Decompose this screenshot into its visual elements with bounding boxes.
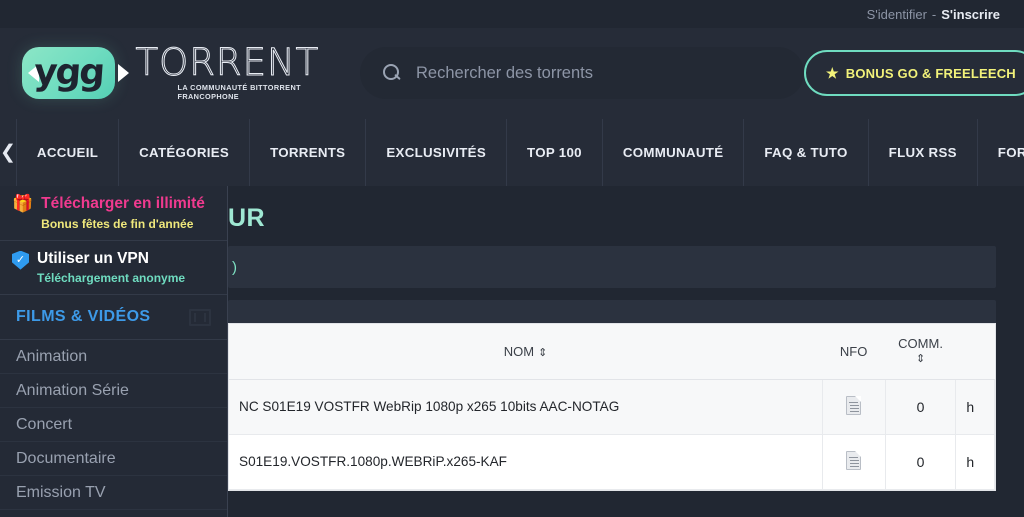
sidebar-section-films-videos[interactable]: FILMS & VIDÉOS xyxy=(0,295,227,341)
cell-extra: h xyxy=(955,379,995,435)
nav-item-flux-rss[interactable]: FLUX RSS xyxy=(869,119,978,186)
sidebar-item-emission-tv[interactable]: Emission TV xyxy=(0,476,227,511)
main-content: UR ) NOM ⇕ NFO COMM. ⇕ NC S01E19 VOSTFR … xyxy=(228,186,1024,517)
topbar-separator: - xyxy=(931,6,937,22)
cell-extra: h xyxy=(955,434,995,490)
nav-item-exclusivites[interactable]: EXCLUSIVITÉS xyxy=(366,119,508,186)
promo-vpn-title: Utiliser un VPN xyxy=(37,249,149,267)
logo-tagline: LA COMMUNAUTÉ BITTORRENT FRANCOPHONE xyxy=(177,82,301,101)
nfo-file-icon[interactable] xyxy=(846,450,862,470)
column-header-nom-label: NOM xyxy=(503,343,535,359)
sidebar-item-documentaire[interactable]: Documentaire xyxy=(0,442,227,477)
cell-nfo[interactable] xyxy=(822,379,886,435)
cell-comments-count: 0 xyxy=(885,434,957,490)
nav-item-accueil[interactable]: ACCUEIL xyxy=(17,119,120,186)
filter-panel-primary[interactable]: ) xyxy=(228,246,996,288)
table-header-row: NOM ⇕ NFO COMM. ⇕ xyxy=(229,324,995,380)
torrent-results-table: NOM ⇕ NFO COMM. ⇕ NC S01E19 VOSTFR WebRi… xyxy=(228,323,996,491)
search-input[interactable] xyxy=(416,63,782,83)
search-bar[interactable] xyxy=(360,47,804,99)
gift-icon: 🎁 xyxy=(12,194,34,213)
column-header-nfo-label: NFO xyxy=(839,343,868,359)
bonus-button-label: BONUS GO & FREELEECH xyxy=(845,65,1016,81)
top-utility-bar: S'identifier - S'inscrire xyxy=(0,0,1024,28)
shield-check-icon xyxy=(12,250,29,270)
promo-unlimited-subtitle: Bonus fêtes de fin d'année xyxy=(41,216,194,231)
search-icon xyxy=(382,63,402,83)
promo-unlimited-download[interactable]: 🎁 Télécharger en illimité Bonus fêtes de… xyxy=(0,186,227,241)
main-navigation: ❮ ACCUEIL CATÉGORIES TORRENTS EXCLUSIVIT… xyxy=(0,118,1024,186)
promo-use-vpn[interactable]: Utiliser un VPN Téléchargement anonyme xyxy=(0,241,227,296)
film-strip-icon xyxy=(189,308,211,326)
login-link[interactable]: S'identifier xyxy=(867,7,927,22)
nav-item-forum[interactable]: FORUM xyxy=(978,119,1024,186)
logo-wordmark: TORRENT LA COMMUNAUTÉ BITTORRENT FRANCOP… xyxy=(135,41,322,101)
nav-item-categories[interactable]: CATÉGORIES xyxy=(119,119,251,186)
sort-toggle-comm-icon[interactable]: ⇕ xyxy=(916,353,925,367)
cell-comments-count: 0 xyxy=(885,379,957,435)
table-row[interactable]: S01E19.VOSTFR.1080p.WEBRiP.x265-KAF 0 h xyxy=(229,434,995,490)
sidebar-section-label: FILMS & VIDÉOS xyxy=(16,308,151,326)
sidebar-item-animation-serie[interactable]: Animation Série xyxy=(0,374,227,409)
page-body: UR ) NOM ⇕ NFO COMM. ⇕ NC S01E19 VOSTFR … xyxy=(0,186,1024,517)
bonus-freeleech-button[interactable]: ★ BONUS GO & FREELEECH xyxy=(804,50,1024,96)
categories-dropdown-panel: 🎁 Télécharger en illimité Bonus fêtes de… xyxy=(0,186,228,517)
logo-mark-text: ygg xyxy=(32,51,105,93)
cell-torrent-name[interactable]: NC S01E19 VOSTFR WebRip 1080p x265 10bit… xyxy=(229,379,823,435)
star-icon: ★ xyxy=(826,65,839,81)
site-header: ygg TORRENT LA COMMUNAUTÉ BITTORRENT FRA… xyxy=(0,28,1024,118)
register-link[interactable]: S'inscrire xyxy=(941,7,1000,22)
column-header-comm[interactable]: COMM. ⇕ xyxy=(885,324,956,380)
nav-item-communaute[interactable]: COMMUNAUTÉ xyxy=(603,119,745,186)
promo-vpn-subtitle: Téléchargement anonyme xyxy=(37,271,186,286)
sidebar-item-animation[interactable]: Animation xyxy=(0,340,227,375)
column-header-extra xyxy=(955,324,995,380)
nav-item-faq-tuto[interactable]: FAQ & TUTO xyxy=(744,119,869,186)
nav-back-chevron-icon[interactable]: ❮ xyxy=(0,119,17,186)
table-row[interactable]: NC S01E19 VOSTFR WebRip 1080p x265 10bit… xyxy=(229,379,995,435)
site-logo[interactable]: ygg TORRENT LA COMMUNAUTÉ BITTORRENT FRA… xyxy=(22,41,322,101)
cell-nfo[interactable] xyxy=(822,434,886,490)
yggtorrent-page: S'identifier - S'inscrire ygg TORRENT LA… xyxy=(0,0,1024,517)
sidebar-item-concert[interactable]: Concert xyxy=(0,408,227,443)
nav-item-top100[interactable]: TOP 100 xyxy=(507,119,603,186)
nfo-file-icon[interactable] xyxy=(846,395,862,415)
sort-toggle-nom-icon[interactable]: ⇕ xyxy=(538,346,547,359)
nav-item-torrents[interactable]: TORRENTS xyxy=(250,119,367,186)
logo-right-triangle-icon xyxy=(118,63,130,82)
logo-badge: ygg xyxy=(22,46,130,99)
column-header-nom[interactable]: NOM ⇕ xyxy=(229,324,823,380)
column-header-comm-label: COMM. xyxy=(898,336,943,352)
promo-unlimited-title: Télécharger en illimité xyxy=(41,195,205,212)
page-title: UR xyxy=(228,204,265,232)
cell-torrent-name[interactable]: S01E19.VOSTFR.1080p.WEBRiP.x265-KAF xyxy=(229,434,823,490)
column-header-nfo: NFO xyxy=(822,324,886,380)
logo-word-text: TORRENT xyxy=(135,41,320,85)
